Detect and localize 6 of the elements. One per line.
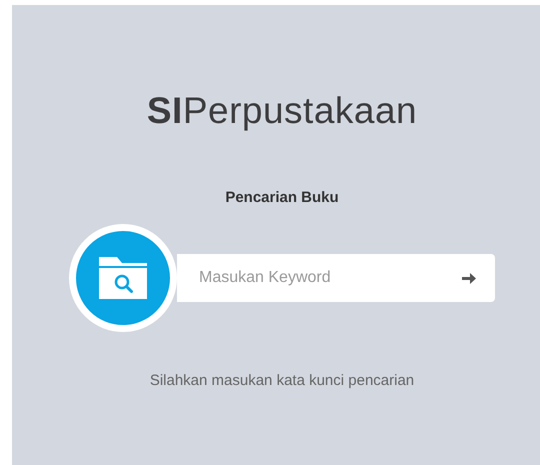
folder-search-icon (99, 257, 147, 299)
keyword-field[interactable]: Masukan Keyword (177, 254, 495, 302)
app-logo-text: SIPerpustakaan (146, 89, 418, 133)
arrow-right-icon (462, 272, 476, 284)
hint-text: Silahkan masukan kata kunci pencarian (150, 372, 414, 390)
section-heading: Pencarian Buku (225, 189, 339, 207)
